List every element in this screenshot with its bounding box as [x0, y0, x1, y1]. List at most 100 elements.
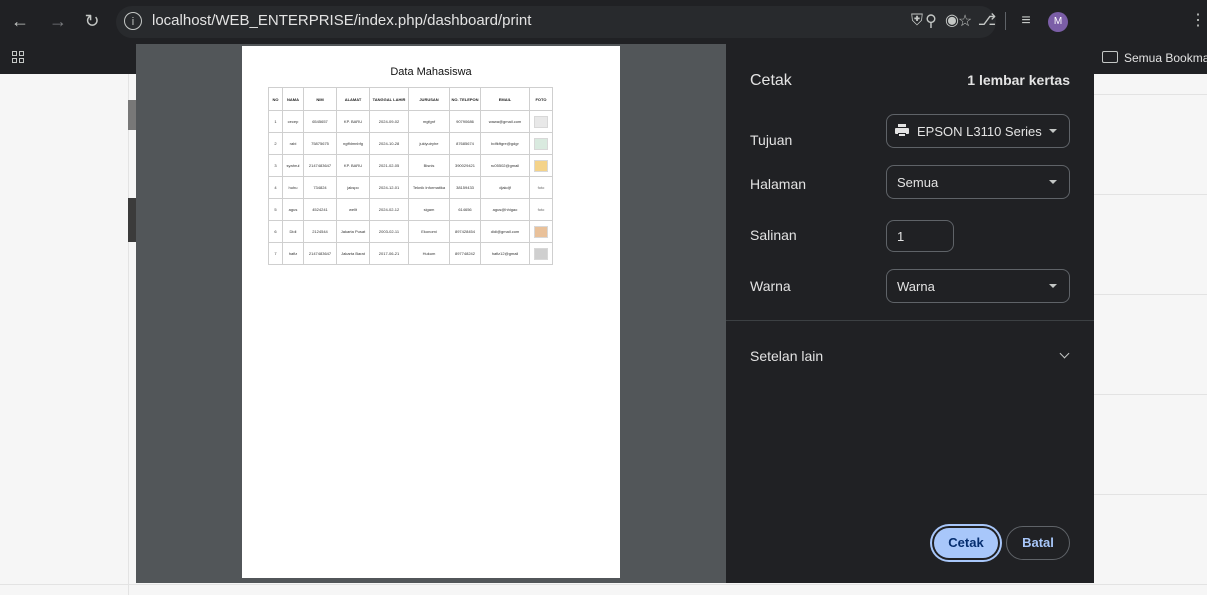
print-title: Cetak	[750, 72, 792, 89]
cell-nama: huhu	[282, 176, 304, 199]
cell-email: didi@gmail.com	[480, 220, 530, 243]
address-bar[interactable]: i localhost/WEB_ENTERPRISE/index.php/das…	[116, 6, 996, 38]
back-icon[interactable]: ←	[8, 9, 32, 33]
col-header-jurusan: JURUSAN	[408, 87, 450, 111]
shield-extension-icon[interactable]: ⛨	[905, 10, 929, 32]
cell-foto	[529, 154, 553, 177]
cell-email: bdfkftgre@gdgr	[480, 132, 530, 155]
bg-gridline	[1094, 194, 1207, 195]
photo-thumbnail	[534, 247, 548, 260]
broken-image-text: foto	[537, 207, 545, 212]
site-info-icon[interactable]: i	[124, 12, 142, 30]
forward-icon[interactable]: →	[46, 9, 70, 33]
cell-tanggal-lahir: 2024-09-02	[369, 110, 409, 133]
cell-alamat: KP. BARU	[336, 154, 370, 177]
cancel-button[interactable]: Batal	[1006, 526, 1070, 560]
bg-gridline	[1094, 294, 1207, 295]
bg-gridline	[1094, 494, 1207, 495]
cell-nim: 2147483647	[303, 242, 337, 265]
cell-email: hafiz12@gmail	[480, 242, 530, 265]
menu-dots-icon[interactable]: ⋮	[1190, 10, 1206, 32]
photo-thumbnail	[534, 137, 548, 150]
divider	[726, 320, 1094, 321]
cell-alamat: jakspo	[336, 176, 370, 199]
cell-jurusan: Ekonomi	[408, 220, 450, 243]
color-value: Warna	[897, 279, 935, 294]
chevron-down-icon	[1049, 129, 1057, 133]
copies-input[interactable]: 1	[886, 220, 954, 252]
cell-foto: foto	[529, 198, 553, 221]
cell-nim: 2124544	[303, 220, 337, 243]
color-select[interactable]: Warna	[886, 269, 1070, 303]
table-row: 7 hafiz 2147483647 Jakarta Barat 2017-06-21 H…	[268, 242, 553, 265]
photo-thumbnail	[534, 225, 548, 238]
col-header-telepon: NO. TELEPON	[449, 87, 481, 111]
all-bookmarks-label[interactable]: Semua Bookmar	[1124, 51, 1207, 65]
cell-jurusan: jukiyuiryhe	[408, 132, 450, 155]
col-header-nama: NAMA	[282, 87, 304, 111]
cell-alamat: KP. BARU	[336, 110, 370, 133]
table-header-row: NO NAMA NIM ALAMAT TANGGAL LAHIR JURUSAN…	[268, 87, 553, 111]
cell-no: 6	[268, 220, 283, 243]
preview-page: Data Mahasiswa NO NAMA NIM ALAMAT TANGGA…	[242, 46, 620, 578]
cell-email: wawa@gmail.com	[480, 110, 530, 133]
cell-nama: hafiz	[282, 242, 304, 265]
cell-nim: 6545657	[303, 110, 337, 133]
color-label: Warna	[750, 278, 791, 294]
photo-thumbnail	[534, 115, 548, 128]
table-row: 1 cecep 6545657 KP. BARU 2024-09-02 mgfgnf 907…	[268, 110, 553, 133]
col-header-email: EMAIL	[480, 87, 530, 111]
cell-email: ru05502@gmail	[480, 154, 530, 177]
reading-list-icon[interactable]: ≡	[1014, 10, 1038, 32]
col-header-tanggal-lahir: TANGGAL LAHIR	[369, 87, 409, 111]
cell-no: 2	[268, 132, 283, 155]
printer-icon	[895, 124, 909, 138]
cell-nim: 734824	[303, 176, 337, 199]
cell-nama: Didi	[282, 220, 304, 243]
cell-nim: 75875675	[303, 132, 337, 155]
apps-grid-icon[interactable]	[12, 51, 26, 65]
cell-jurusan: Teknik Informatika	[408, 176, 450, 199]
cell-alamat: ngffdmnbfg	[336, 132, 370, 155]
cell-telepon: 38159433	[449, 176, 481, 199]
browser-toolbar: ← → ↻ i localhost/WEB_ENTERPRISE/index.p…	[0, 0, 1207, 44]
student-table: NO NAMA NIM ALAMAT TANGGAL LAHIR JURUSAN…	[268, 87, 553, 265]
table-row: 5 agus 4524241 wellt 2024-02-12 sigam 614656 ag…	[268, 198, 553, 221]
extensions-puzzle-icon[interactable]: ⎇	[975, 10, 999, 32]
cell-tanggal-lahir: 2003-02-11	[369, 220, 409, 243]
cell-telepon: 90790686	[449, 110, 481, 133]
cell-nama: cecep	[282, 110, 304, 133]
pages-select[interactable]: Semua	[886, 165, 1070, 199]
col-header-alamat: ALAMAT	[336, 87, 370, 111]
print-button[interactable]: Cetak	[934, 528, 998, 558]
cell-no: 5	[268, 198, 283, 221]
preview-title: Data Mahasiswa	[390, 66, 472, 78]
url-text[interactable]: localhost/WEB_ENTERPRISE/index.php/dashb…	[152, 12, 531, 29]
cell-telepon: 390029421	[449, 154, 481, 177]
table-row: 6 Didi 2124544 Jakarta Pusat 2003-02-11 Ekono…	[268, 220, 553, 243]
cell-telepon: 614656	[449, 198, 481, 221]
bg-gridline	[1094, 394, 1207, 395]
col-header-nim: NIM	[303, 87, 337, 111]
cell-jurusan: sigam	[408, 198, 450, 221]
table-row: 3 syahrul 2147483647 KP. BARU 2021-02-05 Bisn…	[268, 154, 553, 177]
destination-select[interactable]: EPSON L3110 Series	[886, 114, 1070, 148]
reload-icon[interactable]: ↻	[80, 9, 104, 33]
cell-alamat: Jakarta Pusat	[336, 220, 370, 243]
table-row: 4 huhu 734824 jakspo 2024-12-01 Teknik Inform…	[268, 176, 553, 199]
bg-gridline	[0, 584, 1207, 585]
cell-jurusan: Bisnis	[408, 154, 450, 177]
more-settings-toggle[interactable]: Setelan lain	[750, 348, 823, 364]
chevron-down-icon	[1049, 284, 1057, 288]
cell-nama: syahrul	[282, 154, 304, 177]
folder-icon[interactable]	[1102, 51, 1118, 63]
destination-label: Tujuan	[750, 132, 793, 148]
extension-glasses-icon[interactable]: ◉	[940, 10, 964, 32]
cell-alamat: wellt	[336, 198, 370, 221]
sheet-count: 1 lembar kertas	[967, 72, 1070, 88]
profile-avatar[interactable]: M	[1048, 12, 1068, 32]
destination-value: EPSON L3110 Series	[917, 124, 1042, 139]
cell-email: agus@hhigao	[480, 198, 530, 221]
expand-chevron-icon[interactable]	[1059, 348, 1070, 359]
cell-foto	[529, 220, 553, 243]
